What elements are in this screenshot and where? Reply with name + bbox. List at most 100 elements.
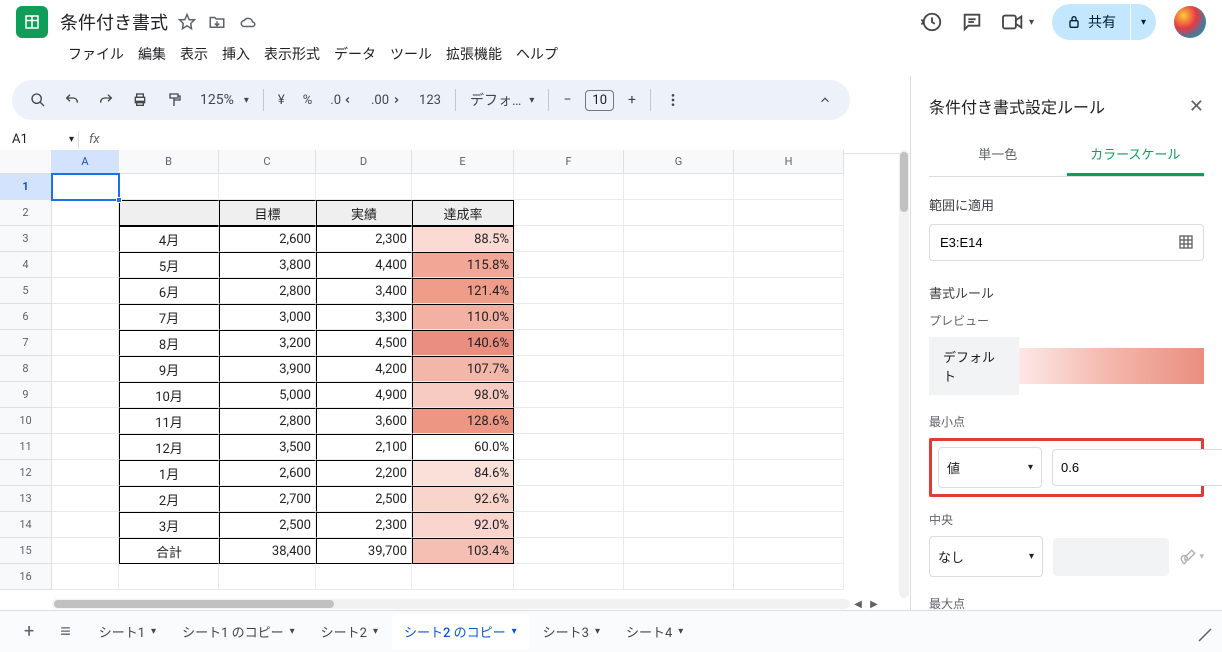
- cell[interactable]: 8月: [119, 330, 219, 356]
- cell[interactable]: 121.4%: [412, 278, 514, 304]
- cell[interactable]: [734, 252, 844, 278]
- cell[interactable]: [316, 174, 412, 200]
- row-header[interactable]: 3: [0, 226, 52, 252]
- cell[interactable]: [219, 564, 316, 590]
- redo-icon[interactable]: [90, 86, 122, 114]
- range-select-icon[interactable]: [1178, 234, 1194, 250]
- hscroll-right-icon[interactable]: ▶: [866, 599, 882, 610]
- column-header[interactable]: G: [624, 150, 734, 174]
- chevron-down-icon[interactable]: ▾: [512, 626, 517, 637]
- cell[interactable]: 3,000: [219, 304, 316, 330]
- cell[interactable]: 3,400: [316, 278, 412, 304]
- cell[interactable]: [52, 304, 119, 330]
- undo-icon[interactable]: [56, 86, 88, 114]
- cell[interactable]: [624, 356, 734, 382]
- cell[interactable]: [52, 252, 119, 278]
- cell[interactable]: [734, 434, 844, 460]
- column-header[interactable]: H: [734, 150, 844, 174]
- cell[interactable]: [119, 174, 219, 200]
- cell[interactable]: 10月: [119, 382, 219, 408]
- cell[interactable]: [514, 538, 624, 564]
- decrease-decimal-button[interactable]: .0: [322, 87, 361, 114]
- row-header[interactable]: 7: [0, 330, 52, 356]
- share-dropdown[interactable]: ▾: [1131, 4, 1156, 40]
- row-header[interactable]: 6: [0, 304, 52, 330]
- cell[interactable]: 98.0%: [412, 382, 514, 408]
- preview-gradient[interactable]: デフォルト: [929, 337, 1204, 395]
- sheet-tab[interactable]: シート2▾: [309, 614, 390, 649]
- more-formats-button[interactable]: 123: [411, 87, 449, 114]
- cell[interactable]: [514, 382, 624, 408]
- cell[interactable]: 92.0%: [412, 512, 514, 538]
- row-header[interactable]: 1: [0, 174, 52, 200]
- avatar[interactable]: [1174, 6, 1206, 38]
- all-sheets-button[interactable]: ≡: [50, 615, 81, 648]
- cell[interactable]: [624, 226, 734, 252]
- zoom-select[interactable]: 125%▾: [192, 86, 257, 114]
- cell[interactable]: 1月: [119, 460, 219, 486]
- cell[interactable]: [624, 408, 734, 434]
- row-header[interactable]: 8: [0, 356, 52, 382]
- sheet-tab[interactable]: シート2 のコピー▾: [392, 614, 529, 649]
- cell[interactable]: [514, 174, 624, 200]
- collapse-toolbar-icon[interactable]: [810, 87, 840, 113]
- cell[interactable]: [734, 512, 844, 538]
- cell[interactable]: [412, 174, 514, 200]
- cell[interactable]: [734, 174, 844, 200]
- cell[interactable]: 3,600: [316, 408, 412, 434]
- row-header[interactable]: 12: [0, 460, 52, 486]
- cell[interactable]: [624, 434, 734, 460]
- cell[interactable]: 2,600: [219, 460, 316, 486]
- doc-title[interactable]: 条件付き書式: [60, 9, 168, 35]
- cell[interactable]: [52, 278, 119, 304]
- row-header[interactable]: 14: [0, 512, 52, 538]
- menu-tools[interactable]: ツール: [384, 40, 438, 68]
- cell[interactable]: 7月: [119, 304, 219, 330]
- cell[interactable]: 103.4%: [412, 538, 514, 564]
- cell[interactable]: [514, 460, 624, 486]
- cell[interactable]: [514, 564, 624, 590]
- cell[interactable]: [514, 434, 624, 460]
- sheet-tab[interactable]: シート4▾: [614, 614, 695, 649]
- cell[interactable]: 2,200: [316, 460, 412, 486]
- row-header[interactable]: 10: [0, 408, 52, 434]
- cell[interactable]: [734, 486, 844, 512]
- horizontal-scrollbar[interactable]: ◀ ▶: [52, 598, 882, 610]
- cell[interactable]: [52, 486, 119, 512]
- cell[interactable]: [624, 200, 734, 226]
- name-box[interactable]: A1▾: [8, 130, 78, 149]
- cell[interactable]: [52, 434, 119, 460]
- sheet-tab[interactable]: シート3▾: [531, 614, 612, 649]
- cell[interactable]: [52, 174, 119, 200]
- cell[interactable]: [412, 564, 514, 590]
- cell[interactable]: [514, 486, 624, 512]
- column-header[interactable]: C: [219, 150, 316, 174]
- menu-data[interactable]: データ: [328, 40, 382, 68]
- column-header[interactable]: B: [119, 150, 219, 174]
- cell[interactable]: [624, 278, 734, 304]
- cell[interactable]: 3,200: [219, 330, 316, 356]
- cell[interactable]: 2,300: [316, 226, 412, 252]
- cell[interactable]: [734, 226, 844, 252]
- cell[interactable]: 2,300: [316, 512, 412, 538]
- cell[interactable]: [514, 330, 624, 356]
- cell[interactable]: [52, 512, 119, 538]
- search-menus-icon[interactable]: [22, 86, 54, 114]
- cell[interactable]: [52, 330, 119, 356]
- close-icon[interactable]: ✕: [1189, 96, 1204, 117]
- meet-icon[interactable]: ▾: [1001, 11, 1034, 33]
- cell[interactable]: [514, 304, 624, 330]
- cell[interactable]: [119, 200, 219, 226]
- cell[interactable]: [734, 408, 844, 434]
- cell[interactable]: 110.0%: [412, 304, 514, 330]
- cell[interactable]: 2月: [119, 486, 219, 512]
- cell[interactable]: [624, 538, 734, 564]
- cell[interactable]: 92.6%: [412, 486, 514, 512]
- row-header[interactable]: 15: [0, 538, 52, 564]
- cell[interactable]: 目標: [219, 200, 316, 226]
- comment-icon[interactable]: [961, 11, 983, 33]
- cell[interactable]: 115.8%: [412, 252, 514, 278]
- column-header[interactable]: E: [412, 150, 514, 174]
- cell[interactable]: [514, 226, 624, 252]
- fontsize-plus[interactable]: +: [620, 86, 644, 114]
